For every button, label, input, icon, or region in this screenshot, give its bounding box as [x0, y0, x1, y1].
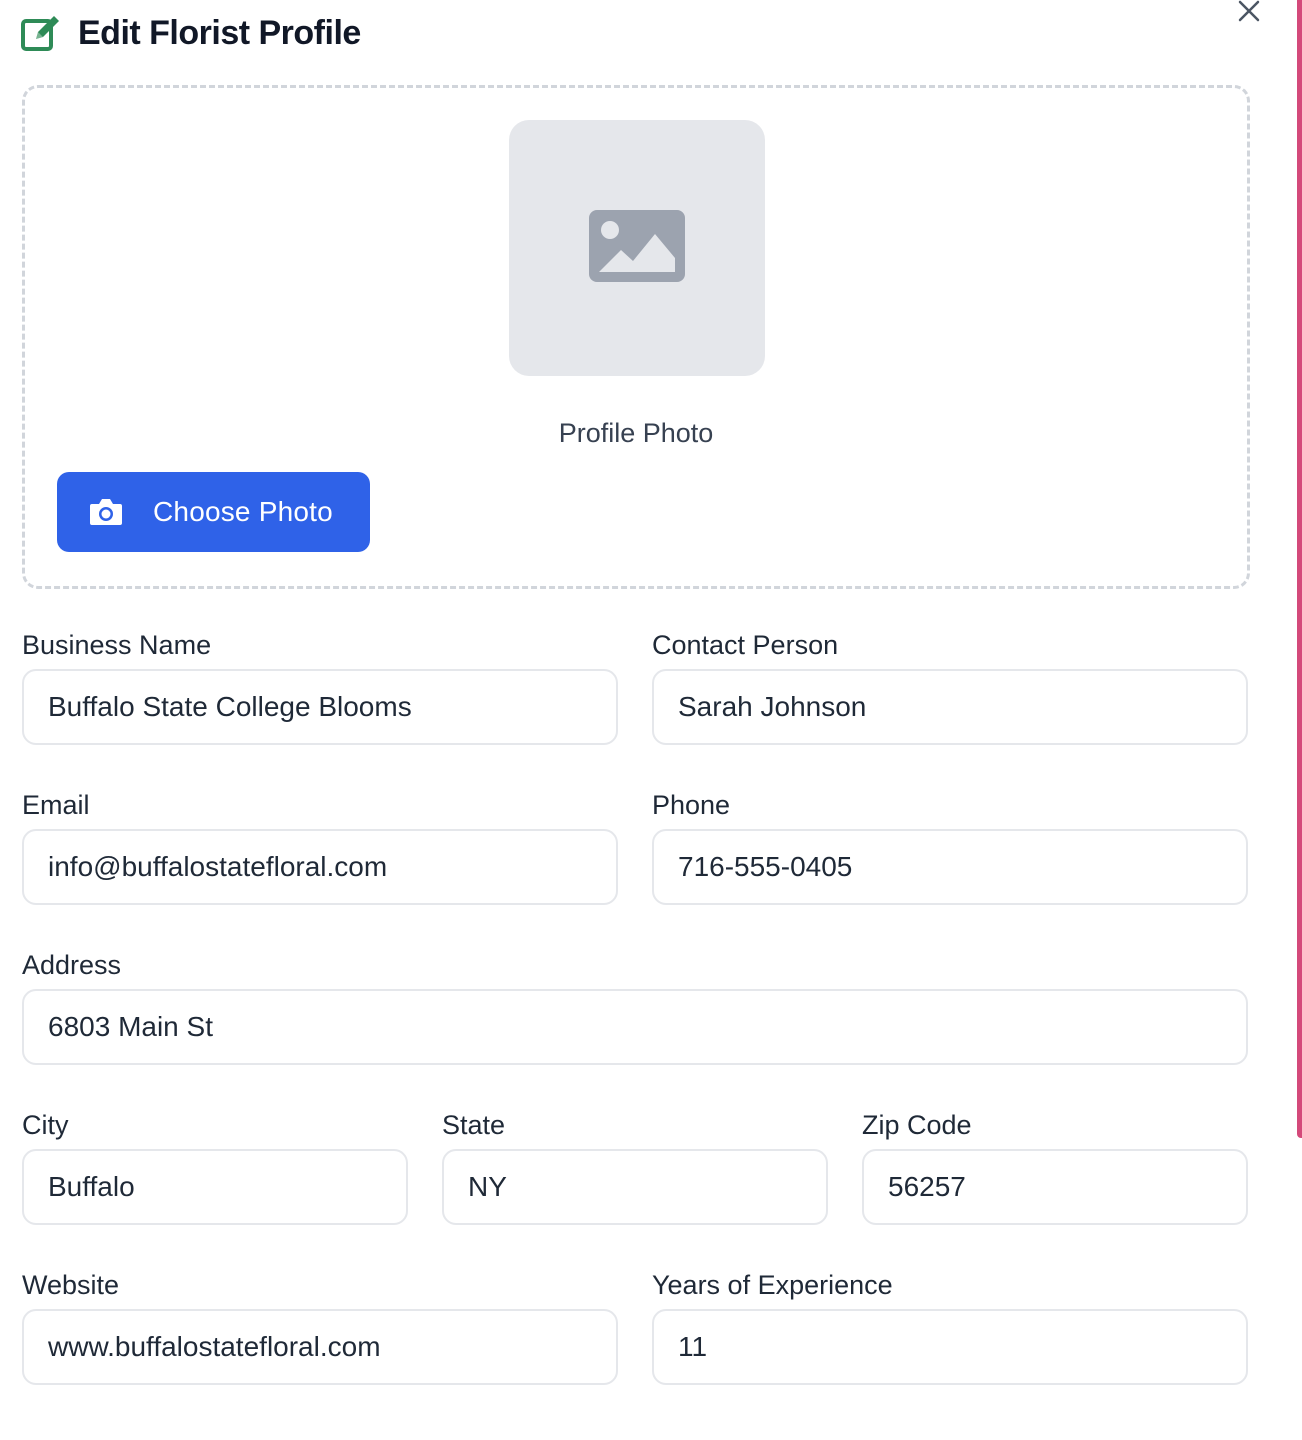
- profile-photo-label: Profile Photo: [558, 418, 714, 448]
- address-input[interactable]: [22, 989, 1248, 1065]
- email-input[interactable]: [22, 829, 618, 905]
- years-experience-label: Years of Experience: [652, 1270, 893, 1300]
- modal-header: Edit Florist Profile: [20, 10, 361, 56]
- website-input[interactable]: [22, 1309, 618, 1385]
- close-button[interactable]: [1234, 0, 1264, 26]
- choose-photo-button[interactable]: Choose Photo: [57, 472, 370, 552]
- camera-icon: [89, 497, 123, 527]
- address-label: Address: [22, 950, 122, 980]
- city-input[interactable]: [22, 1149, 408, 1225]
- state-label: State: [442, 1110, 506, 1140]
- choose-photo-label: Choose Photo: [153, 496, 333, 527]
- years-experience-input[interactable]: [652, 1309, 1248, 1385]
- page-title: Edit Florist Profile: [78, 13, 361, 52]
- profile-photo-placeholder: [509, 120, 765, 376]
- phone-label: Phone: [652, 790, 731, 820]
- business-name-label: Business Name: [22, 630, 212, 660]
- scrollbar[interactable]: [1297, 0, 1302, 1138]
- edit-icon: [20, 12, 62, 54]
- contact-person-label: Contact Person: [652, 630, 839, 660]
- close-icon[interactable]: [1238, 0, 1260, 27]
- website-label: Website: [22, 1270, 120, 1300]
- phone-input[interactable]: [652, 829, 1248, 905]
- edit-profile-modal: Edit Florist Profile Profile Photo Choos…: [0, 0, 1302, 1440]
- image-icon: [589, 209, 685, 287]
- state-input[interactable]: [442, 1149, 828, 1225]
- photo-upload-area: Profile Photo Choose Photo: [22, 85, 1250, 589]
- email-label: Email: [22, 790, 90, 820]
- zip-code-input[interactable]: [862, 1149, 1248, 1225]
- contact-person-input[interactable]: [652, 669, 1248, 745]
- city-label: City: [22, 1110, 69, 1140]
- business-name-input[interactable]: [22, 669, 618, 745]
- zip-code-label: Zip Code: [862, 1110, 972, 1140]
